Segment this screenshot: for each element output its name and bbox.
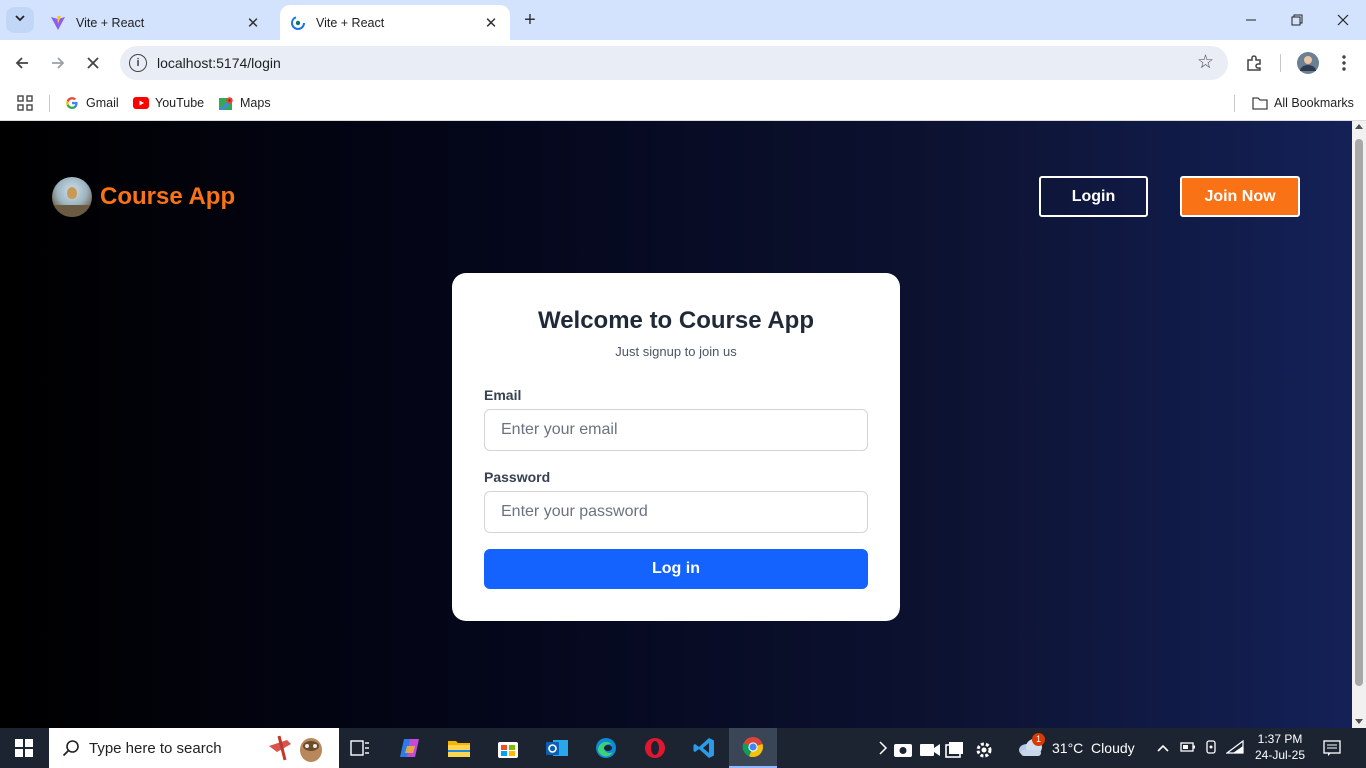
notifications-icon[interactable] (1310, 728, 1354, 768)
login-card-title: Welcome to Course App (537, 307, 815, 334)
scroll-down-arrow[interactable] (1355, 719, 1363, 724)
microsoft-store-icon[interactable] (484, 728, 532, 768)
tab-search-button[interactable] (6, 7, 34, 33)
header-join-now-button[interactable]: Join Now (1180, 176, 1300, 217)
weather-alert-badge: 1 (1032, 733, 1045, 746)
password-field[interactable] (484, 491, 868, 533)
clock-time: 1:37 PM (1257, 732, 1303, 746)
close-tab-icon[interactable]: ✕ (482, 14, 500, 32)
weather-widget[interactable]: 1 31°C Cloudy (1018, 728, 1135, 768)
system-tray-icons[interactable] (1156, 728, 1244, 768)
network-icon[interactable] (1204, 739, 1218, 757)
bookmarks-divider (1234, 95, 1235, 112)
loading-icon (290, 15, 306, 31)
browser-menu-icon[interactable] (1333, 52, 1355, 74)
login-card-subtitle: Just signup to join us (615, 344, 737, 359)
bookmark-maps[interactable]: Maps (218, 93, 271, 113)
maps-icon (218, 95, 234, 111)
task-view-icon[interactable] (336, 728, 384, 768)
extensions-icon[interactable] (1243, 52, 1265, 74)
brand-name: Course App (100, 183, 236, 210)
bookmarks-divider (49, 95, 50, 112)
tab-title: Vite + React (76, 15, 145, 30)
logo-image (52, 177, 92, 217)
taskbar-search-box[interactable]: Type here to search (49, 728, 339, 768)
stop-loading-button[interactable] (80, 50, 106, 76)
close-window-button[interactable] (1320, 0, 1366, 40)
site-info-icon[interactable]: i (129, 54, 147, 72)
taskbar-clock[interactable]: 1:37 PM 24-Jul-25 (1250, 731, 1310, 763)
scroll-up-arrow[interactable] (1355, 124, 1363, 129)
weather-text: 31°C Cloudy (1052, 740, 1135, 756)
search-icon (61, 738, 81, 758)
browser-toolbar: i localhost:5174/login ☆ (0, 40, 1366, 86)
windows-start-button[interactable] (0, 728, 48, 768)
file-explorer-icon[interactable] (435, 728, 483, 768)
folder-icon (1252, 95, 1268, 111)
bookmark-gmail[interactable]: Gmail (64, 93, 119, 113)
copilot-icon[interactable] (386, 728, 434, 768)
bookmark-youtube[interactable]: YouTube (133, 93, 204, 113)
all-bookmarks-label: All Bookmarks (1274, 96, 1354, 110)
forward-button[interactable] (45, 50, 71, 76)
bookmark-label: Maps (240, 96, 271, 110)
profile-avatar[interactable] (1296, 51, 1320, 75)
edge-icon[interactable] (582, 728, 630, 768)
email-field[interactable] (484, 409, 868, 451)
email-label: Email (484, 387, 522, 403)
outlook-icon[interactable] (533, 728, 581, 768)
wifi-icon[interactable] (1225, 739, 1244, 757)
taskbar-search-placeholder: Type here to search (89, 739, 222, 757)
bookmark-label: YouTube (155, 96, 205, 110)
tab-title: Vite + React (316, 15, 385, 30)
opera-icon[interactable] (631, 728, 679, 768)
bookmark-label: Gmail (86, 96, 119, 110)
bookmarks-bar: Gmail YouTube Maps All Bookmarks (0, 86, 1366, 121)
scrollbar-thumb[interactable] (1355, 139, 1363, 686)
login-card: Welcome to Course App Just signup to joi… (452, 273, 900, 621)
apps-grid-icon[interactable] (17, 93, 33, 113)
new-tab-button[interactable]: + (518, 10, 542, 32)
battery-icon[interactable] (1180, 740, 1196, 756)
login-submit-button[interactable]: Log in (484, 549, 868, 589)
gmail-icon (64, 95, 80, 111)
close-tab-icon[interactable]: ✕ (244, 14, 262, 32)
cloud-icon: 1 (1018, 733, 1045, 759)
browser-tab-1[interactable]: Vite + React ✕ (40, 5, 272, 40)
windows-taskbar: Type here to search 1 31°C Cloudy 1:37 P… (0, 728, 1366, 768)
url-text[interactable]: localhost:5174/login (157, 55, 281, 71)
chevron-down-icon (14, 11, 26, 29)
vite-icon (50, 15, 66, 31)
password-label: Password (484, 469, 551, 485)
browser-tab-strip: Vite + React ✕ Vite + React ✕ + (0, 0, 1366, 40)
page-scrollbar[interactable] (1352, 121, 1366, 728)
clock-date: 24-Jul-25 (1254, 748, 1306, 762)
minimize-button[interactable] (1228, 0, 1274, 40)
search-highlight-icon (265, 732, 327, 764)
restore-button[interactable] (1274, 0, 1320, 40)
back-button[interactable] (9, 50, 35, 76)
vscode-icon[interactable] (680, 728, 728, 768)
chevron-up-icon[interactable] (1156, 740, 1170, 756)
youtube-icon (133, 95, 149, 111)
bookmark-star-icon[interactable]: ☆ (1197, 53, 1214, 72)
address-bar[interactable]: i localhost:5174/login ☆ (120, 46, 1228, 80)
all-bookmarks-folder[interactable]: All Bookmarks (1252, 93, 1354, 113)
chrome-icon[interactable] (729, 728, 777, 768)
page-viewport: Course App Login Join Now Welcome to Cou… (0, 121, 1352, 728)
toolbar-divider (1280, 54, 1281, 72)
browser-tab-2[interactable]: Vite + React ✕ (280, 5, 510, 40)
tray-quick-tools[interactable] (876, 728, 996, 768)
header-login-button[interactable]: Login (1039, 176, 1148, 217)
brand-logo-link[interactable]: Course App (52, 177, 235, 217)
